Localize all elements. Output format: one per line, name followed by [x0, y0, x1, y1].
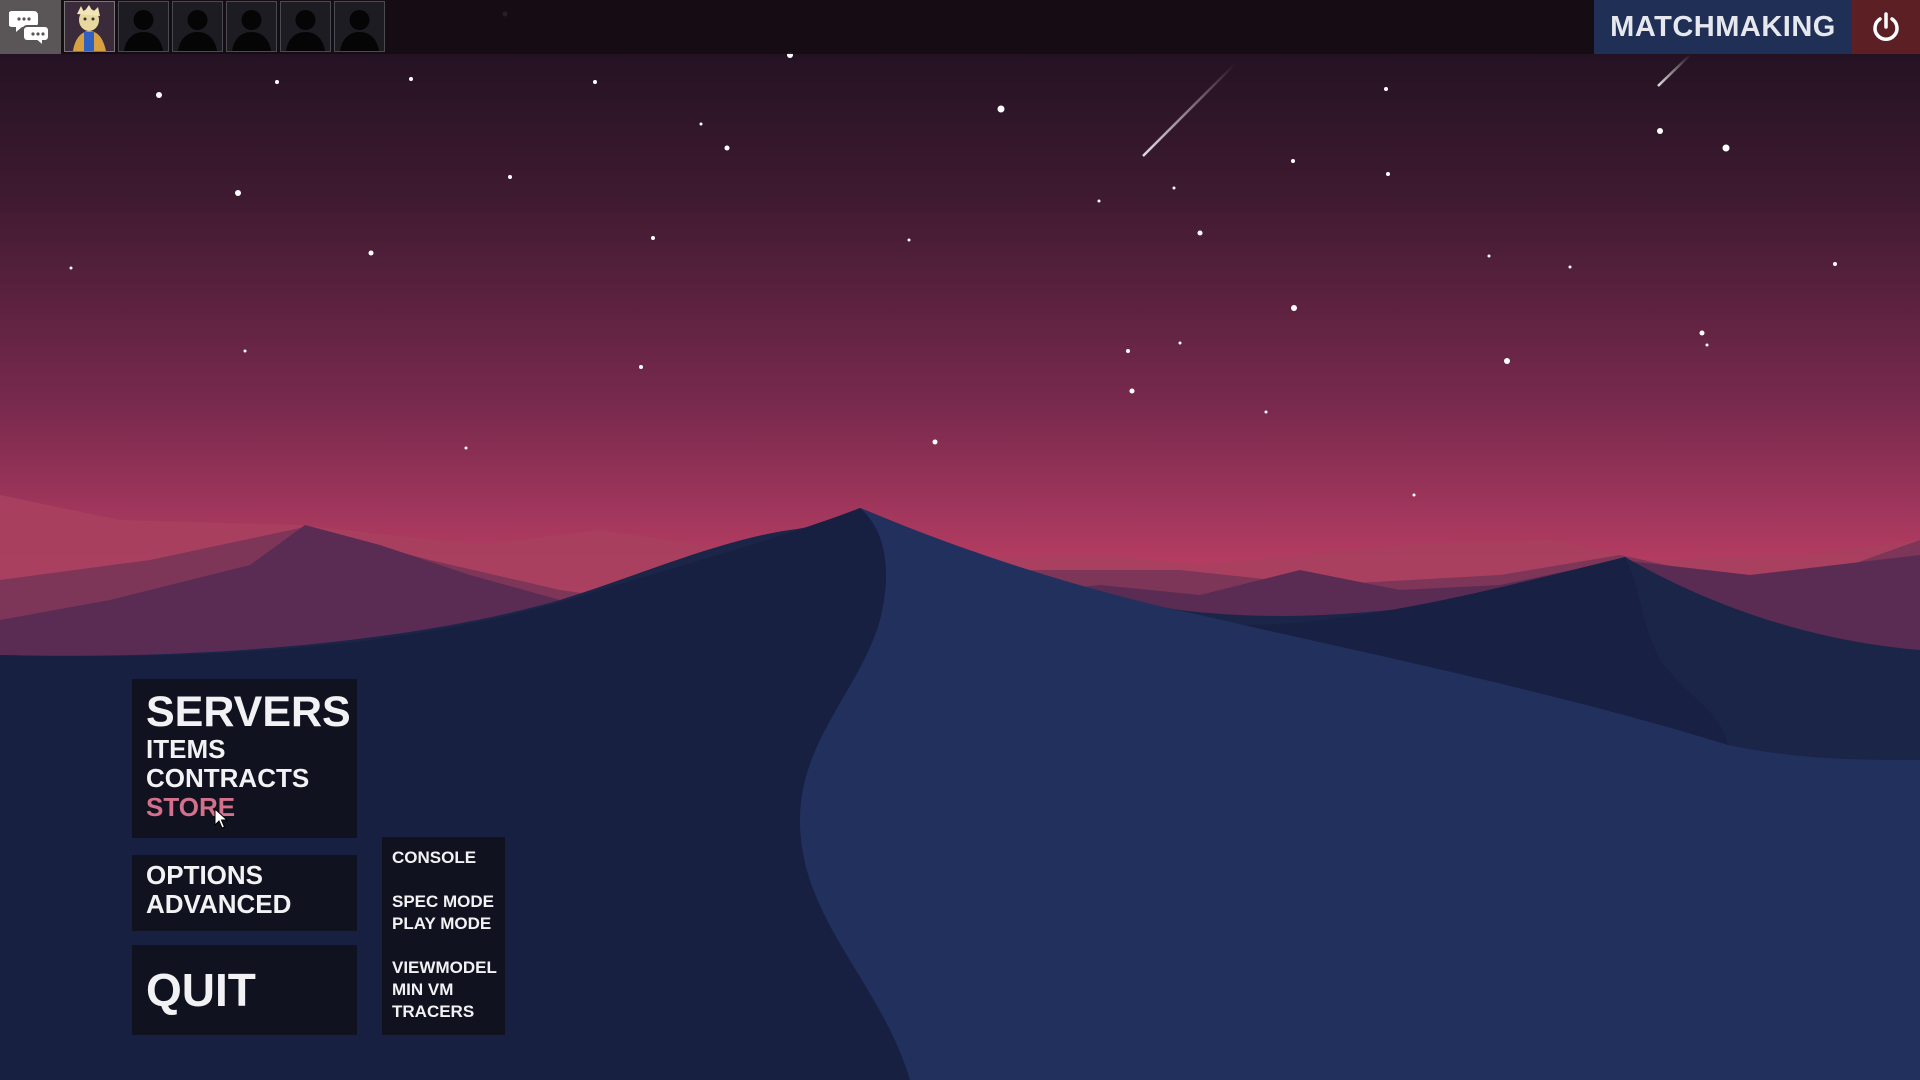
menu-item-options[interactable]: OPTIONS [146, 861, 343, 890]
submenu-item-viewmodel[interactable]: VIEWMODEL [392, 957, 497, 979]
silhouette-icon [178, 10, 217, 51]
menu-item-store[interactable]: STORE [146, 793, 343, 822]
matchmaking-label: MATCHMAKING [1610, 10, 1836, 43]
silhouette-icon [124, 10, 163, 51]
submenu-item-spec-mode[interactable]: SPEC MODE [392, 891, 495, 913]
advanced-submenu-panel: CONSOLE SPEC MODE PLAY MODE VIEWMODEL MI… [382, 837, 505, 1035]
chat-bubbles-icon [8, 11, 50, 47]
matchmaking-button[interactable]: MATCHMAKING [1594, 0, 1852, 54]
main-menu-panel: SERVERS ITEMS CONTRACTS STORE [132, 679, 357, 838]
party-slot-player-avatar[interactable] [64, 1, 115, 52]
silhouette-icon [286, 10, 325, 51]
menu-item-servers[interactable]: SERVERS [146, 689, 351, 735]
party-slot-empty[interactable] [280, 1, 331, 52]
quit-menu-panel: QUIT [132, 945, 357, 1035]
submenu-item-play-mode[interactable]: PLAY MODE [392, 913, 495, 935]
menu-item-items[interactable]: ITEMS [146, 735, 343, 764]
submenu-item-console[interactable]: CONSOLE [392, 847, 495, 869]
party-slot-empty[interactable] [226, 1, 277, 52]
party-slot-empty[interactable] [118, 1, 169, 52]
silhouette-icon [232, 10, 271, 51]
power-icon [1873, 12, 1899, 41]
menu-item-contracts[interactable]: CONTRACTS [146, 764, 343, 793]
submenu-item-min-vm[interactable]: MIN VM [392, 979, 495, 1001]
power-button[interactable] [1852, 0, 1920, 54]
submenu-item-tracers[interactable]: TRACERS [392, 1001, 495, 1023]
player-avatar-icon [65, 2, 114, 51]
party-slot-empty[interactable] [334, 1, 385, 52]
chat-button[interactable] [0, 0, 61, 54]
mouse-cursor-icon [214, 808, 228, 829]
top-bar: MATCHMAKING [0, 0, 1920, 54]
party-slot-empty[interactable] [172, 1, 223, 52]
options-menu-panel: OPTIONS ADVANCED [132, 855, 357, 931]
menu-item-quit[interactable]: QUIT [146, 963, 343, 1017]
menu-item-advanced[interactable]: ADVANCED [146, 890, 343, 919]
silhouette-icon [340, 10, 379, 51]
